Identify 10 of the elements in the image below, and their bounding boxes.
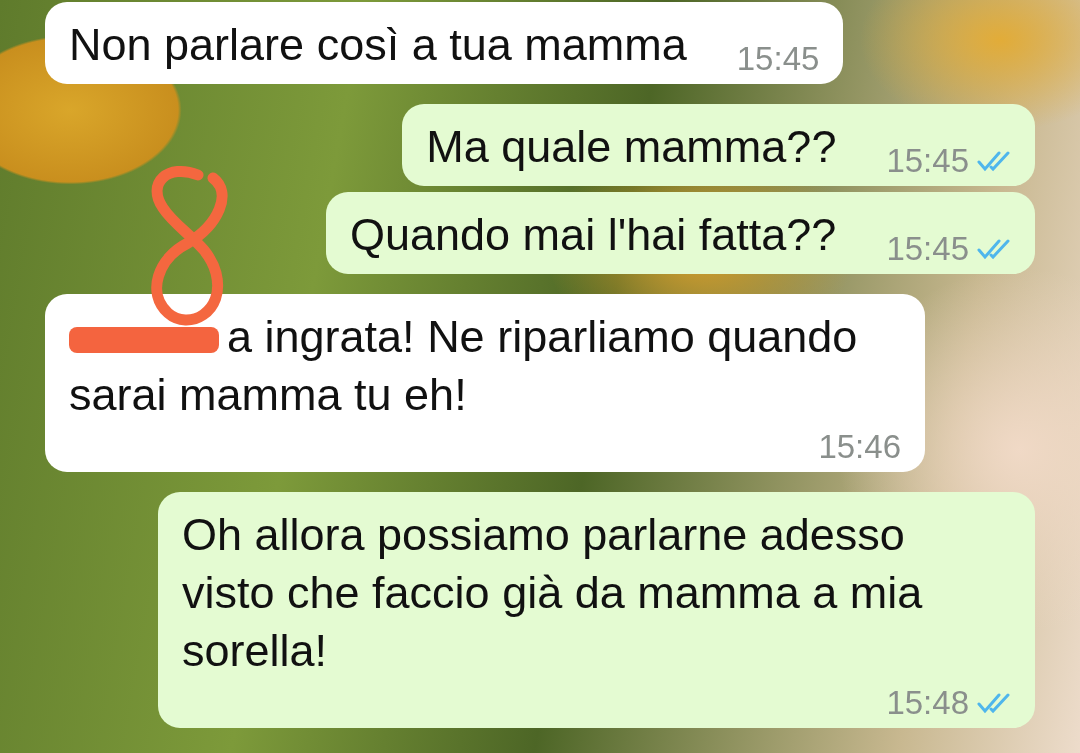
message-time: 15:46 bbox=[818, 428, 901, 466]
message-time: 15:48 bbox=[886, 684, 969, 722]
message-time: 15:45 bbox=[886, 230, 969, 268]
message-text: Non parlare così a tua mamma bbox=[69, 19, 687, 70]
message-text: Ma quale mamma?? bbox=[426, 121, 837, 172]
message-text: Quando mai l'hai fatta?? bbox=[350, 209, 837, 260]
message-text: a ingrata! Ne riparliamo quando sarai mamma tu eh! bbox=[69, 311, 858, 420]
message-time: 15:45 bbox=[886, 142, 969, 180]
message-time: 15:45 bbox=[736, 40, 820, 78]
message-text: Oh allora possiamo parlarne adesso visto che faccio già da mamma a mia sorella! bbox=[182, 509, 923, 676]
